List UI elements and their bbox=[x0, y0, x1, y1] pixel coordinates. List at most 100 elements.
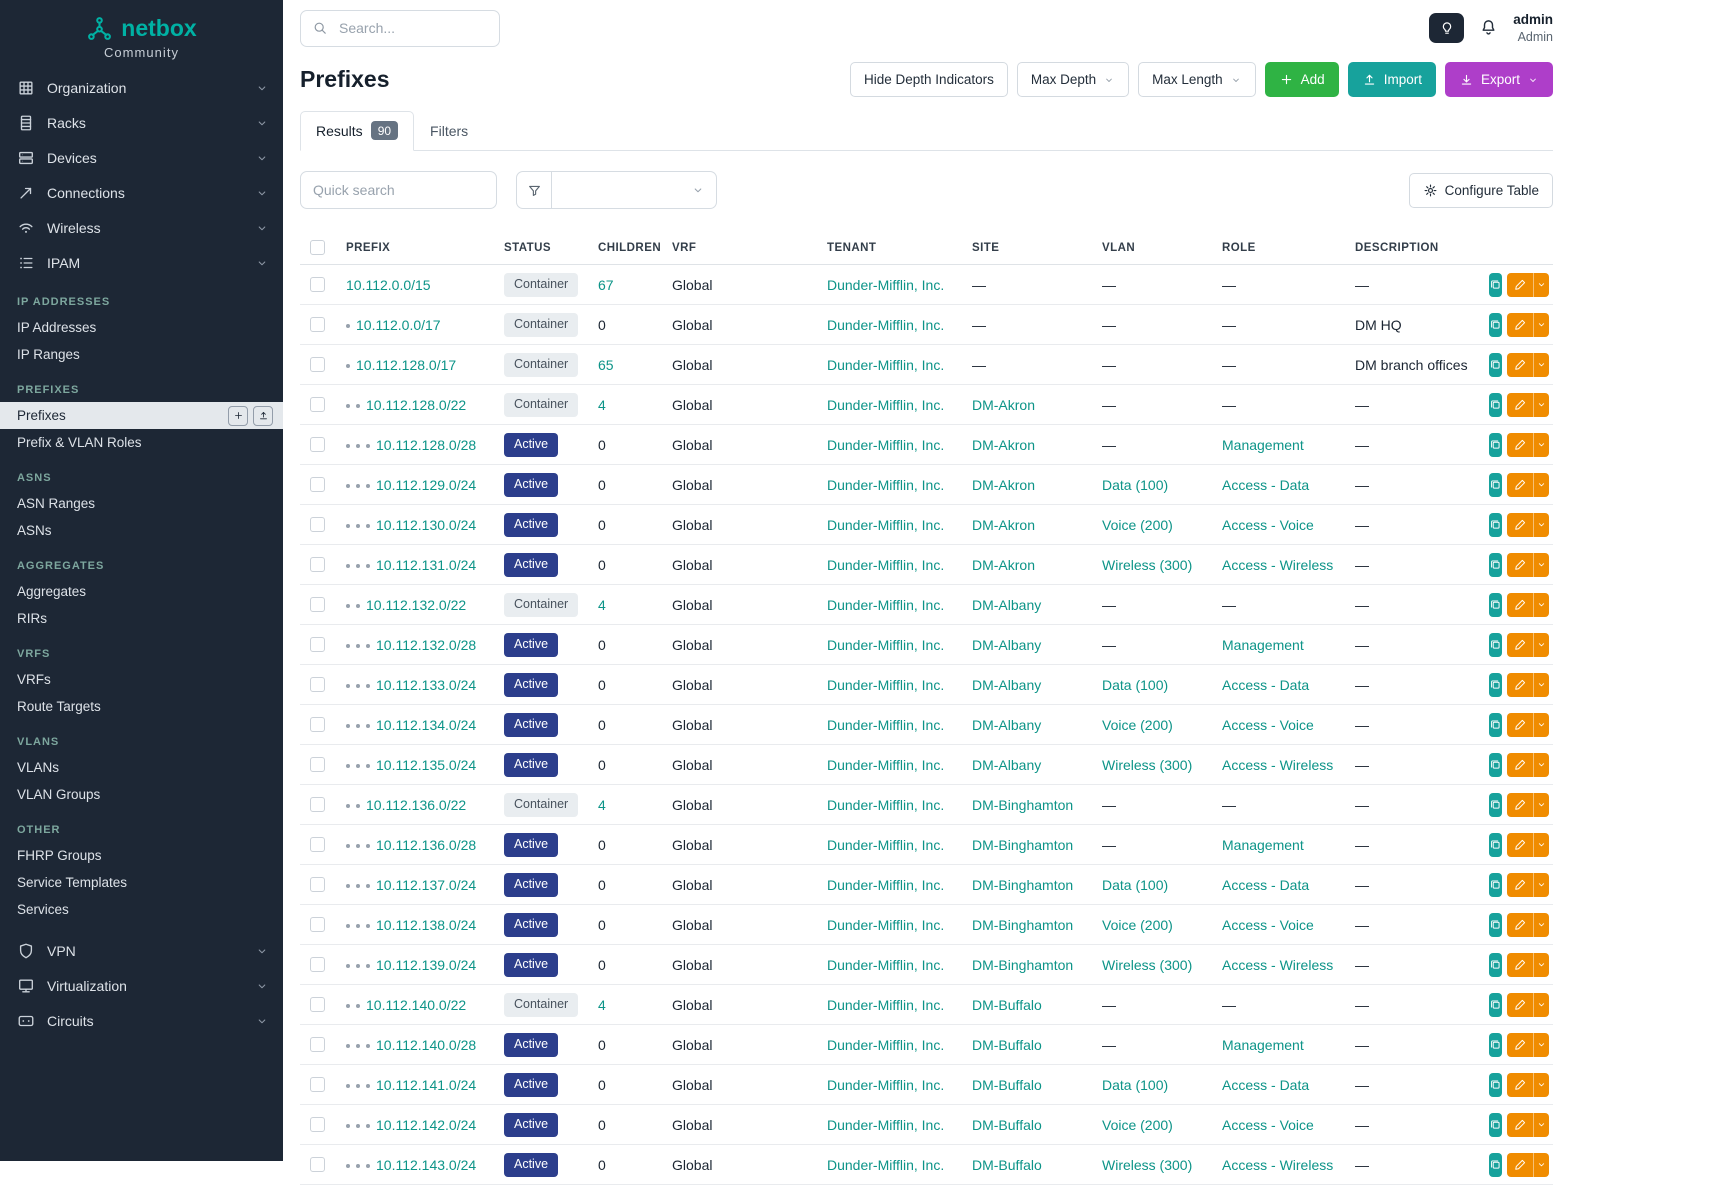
prefix-link[interactable]: 10.112.140.0/28 bbox=[376, 1037, 476, 1053]
edit-button[interactable] bbox=[1507, 633, 1533, 657]
tenant-link[interactable]: Dunder-Mifflin, Inc. bbox=[827, 277, 944, 293]
filter-button[interactable] bbox=[516, 171, 552, 209]
vlan-link[interactable]: Data (100) bbox=[1102, 477, 1168, 493]
edit-dropdown-button[interactable] bbox=[1533, 473, 1549, 497]
edit-dropdown-button[interactable] bbox=[1533, 433, 1549, 457]
row-checkbox[interactable] bbox=[310, 477, 325, 492]
edit-dropdown-button[interactable] bbox=[1533, 1113, 1549, 1137]
site-link[interactable]: DM-Albany bbox=[972, 597, 1041, 613]
row-checkbox[interactable] bbox=[310, 317, 325, 332]
vlan-link[interactable]: Wireless (300) bbox=[1102, 957, 1192, 973]
children-count-link[interactable]: 4 bbox=[598, 597, 606, 613]
edit-dropdown-button[interactable] bbox=[1533, 833, 1549, 857]
edit-button[interactable] bbox=[1507, 313, 1533, 337]
tenant-link[interactable]: Dunder-Mifflin, Inc. bbox=[827, 637, 944, 653]
sidebar-item-asn-ranges[interactable]: ASN Ranges bbox=[0, 490, 283, 517]
edit-button[interactable] bbox=[1507, 793, 1533, 817]
vlan-link[interactable]: Voice (200) bbox=[1102, 1117, 1173, 1133]
vlan-link[interactable]: Wireless (300) bbox=[1102, 1157, 1192, 1173]
sidebar-item-asns[interactable]: ASNs bbox=[0, 517, 283, 544]
sidebar-item-vrfs[interactable]: VRFs bbox=[0, 666, 283, 693]
copy-button[interactable] bbox=[1489, 713, 1502, 737]
edit-button[interactable] bbox=[1507, 1073, 1533, 1097]
site-link[interactable]: DM-Albany bbox=[972, 757, 1041, 773]
add-button[interactable]: Add bbox=[1265, 62, 1339, 97]
edit-dropdown-button[interactable] bbox=[1533, 353, 1549, 377]
quick-add-button[interactable] bbox=[228, 406, 248, 426]
row-checkbox[interactable] bbox=[310, 277, 325, 292]
vlan-link[interactable]: Data (100) bbox=[1102, 677, 1168, 693]
tenant-link[interactable]: Dunder-Mifflin, Inc. bbox=[827, 597, 944, 613]
site-link[interactable]: DM-Buffalo bbox=[972, 1157, 1042, 1173]
copy-button[interactable] bbox=[1489, 753, 1502, 777]
edit-button[interactable] bbox=[1507, 953, 1533, 977]
prefix-link[interactable]: 10.112.138.0/24 bbox=[376, 917, 476, 933]
prefix-link[interactable]: 10.112.143.0/24 bbox=[376, 1157, 476, 1173]
copy-button[interactable] bbox=[1489, 313, 1502, 337]
role-link[interactable]: Access - Voice bbox=[1222, 517, 1314, 533]
sidebar-item-circuits[interactable]: Circuits bbox=[0, 1003, 283, 1038]
max-depth-dropdown[interactable]: Max Depth bbox=[1017, 62, 1129, 97]
tenant-link[interactable]: Dunder-Mifflin, Inc. bbox=[827, 397, 944, 413]
max-length-dropdown[interactable]: Max Length bbox=[1138, 62, 1256, 97]
tenant-link[interactable]: Dunder-Mifflin, Inc. bbox=[827, 757, 944, 773]
copy-button[interactable] bbox=[1489, 673, 1502, 697]
role-link[interactable]: Access - Data bbox=[1222, 477, 1309, 493]
edit-button[interactable] bbox=[1507, 433, 1533, 457]
sidebar-item-services[interactable]: Services bbox=[0, 896, 283, 923]
edit-dropdown-button[interactable] bbox=[1533, 513, 1549, 537]
edit-dropdown-button[interactable] bbox=[1533, 793, 1549, 817]
edit-dropdown-button[interactable] bbox=[1533, 1073, 1549, 1097]
role-link[interactable]: Management bbox=[1222, 1037, 1304, 1053]
edit-button[interactable] bbox=[1507, 1153, 1533, 1177]
sidebar-item-aggregates[interactable]: Aggregates bbox=[0, 578, 283, 605]
copy-button[interactable] bbox=[1489, 833, 1502, 857]
children-count-link[interactable]: 4 bbox=[598, 397, 606, 413]
sidebar-item-prefixes[interactable]: Prefixes bbox=[0, 402, 283, 429]
prefix-link[interactable]: 10.112.128.0/28 bbox=[376, 437, 476, 453]
row-checkbox[interactable] bbox=[310, 877, 325, 892]
edit-dropdown-button[interactable] bbox=[1533, 873, 1549, 897]
sidebar-item-organization[interactable]: Organization bbox=[0, 70, 283, 105]
quick-search-input[interactable] bbox=[300, 171, 497, 209]
children-count-link[interactable]: 4 bbox=[598, 797, 606, 813]
row-checkbox[interactable] bbox=[310, 597, 325, 612]
copy-button[interactable] bbox=[1489, 633, 1502, 657]
row-checkbox[interactable] bbox=[310, 997, 325, 1012]
site-link[interactable]: DM-Binghamton bbox=[972, 797, 1073, 813]
prefix-link[interactable]: 10.112.132.0/22 bbox=[366, 597, 466, 613]
sidebar-item-virtualization[interactable]: Virtualization bbox=[0, 968, 283, 1003]
site-link[interactable]: DM-Akron bbox=[972, 517, 1035, 533]
tab-results[interactable]: Results 90 bbox=[300, 111, 414, 151]
copy-button[interactable] bbox=[1489, 433, 1502, 457]
role-link[interactable]: Access - Data bbox=[1222, 677, 1309, 693]
site-link[interactable]: DM-Buffalo bbox=[972, 997, 1042, 1013]
edit-button[interactable] bbox=[1507, 753, 1533, 777]
edit-button[interactable] bbox=[1507, 673, 1533, 697]
edit-dropdown-button[interactable] bbox=[1533, 553, 1549, 577]
role-link[interactable]: Access - Wireless bbox=[1222, 1157, 1333, 1173]
site-link[interactable]: DM-Binghamton bbox=[972, 957, 1073, 973]
tenant-link[interactable]: Dunder-Mifflin, Inc. bbox=[827, 1117, 944, 1133]
tenant-link[interactable]: Dunder-Mifflin, Inc. bbox=[827, 1037, 944, 1053]
site-link[interactable]: DM-Binghamton bbox=[972, 837, 1073, 853]
tab-filters[interactable]: Filters bbox=[414, 111, 484, 151]
row-checkbox[interactable] bbox=[310, 437, 325, 452]
site-link[interactable]: DM-Akron bbox=[972, 437, 1035, 453]
prefix-link[interactable]: 10.112.132.0/28 bbox=[376, 637, 476, 653]
role-link[interactable]: Access - Wireless bbox=[1222, 557, 1333, 573]
theme-toggle-button[interactable] bbox=[1429, 13, 1464, 43]
prefix-link[interactable]: 10.112.129.0/24 bbox=[376, 477, 476, 493]
tenant-link[interactable]: Dunder-Mifflin, Inc. bbox=[827, 877, 944, 893]
site-link[interactable]: DM-Akron bbox=[972, 557, 1035, 573]
role-link[interactable]: Access - Wireless bbox=[1222, 757, 1333, 773]
site-link[interactable]: DM-Akron bbox=[972, 477, 1035, 493]
netbox-logo[interactable]: netbox Community bbox=[0, 0, 283, 70]
copy-button[interactable] bbox=[1489, 513, 1502, 537]
row-checkbox[interactable] bbox=[310, 397, 325, 412]
quick-import-button[interactable] bbox=[253, 406, 273, 426]
row-checkbox[interactable] bbox=[310, 957, 325, 972]
tenant-link[interactable]: Dunder-Mifflin, Inc. bbox=[827, 677, 944, 693]
sidebar-item-connections[interactable]: Connections bbox=[0, 175, 283, 210]
tenant-link[interactable]: Dunder-Mifflin, Inc. bbox=[827, 717, 944, 733]
